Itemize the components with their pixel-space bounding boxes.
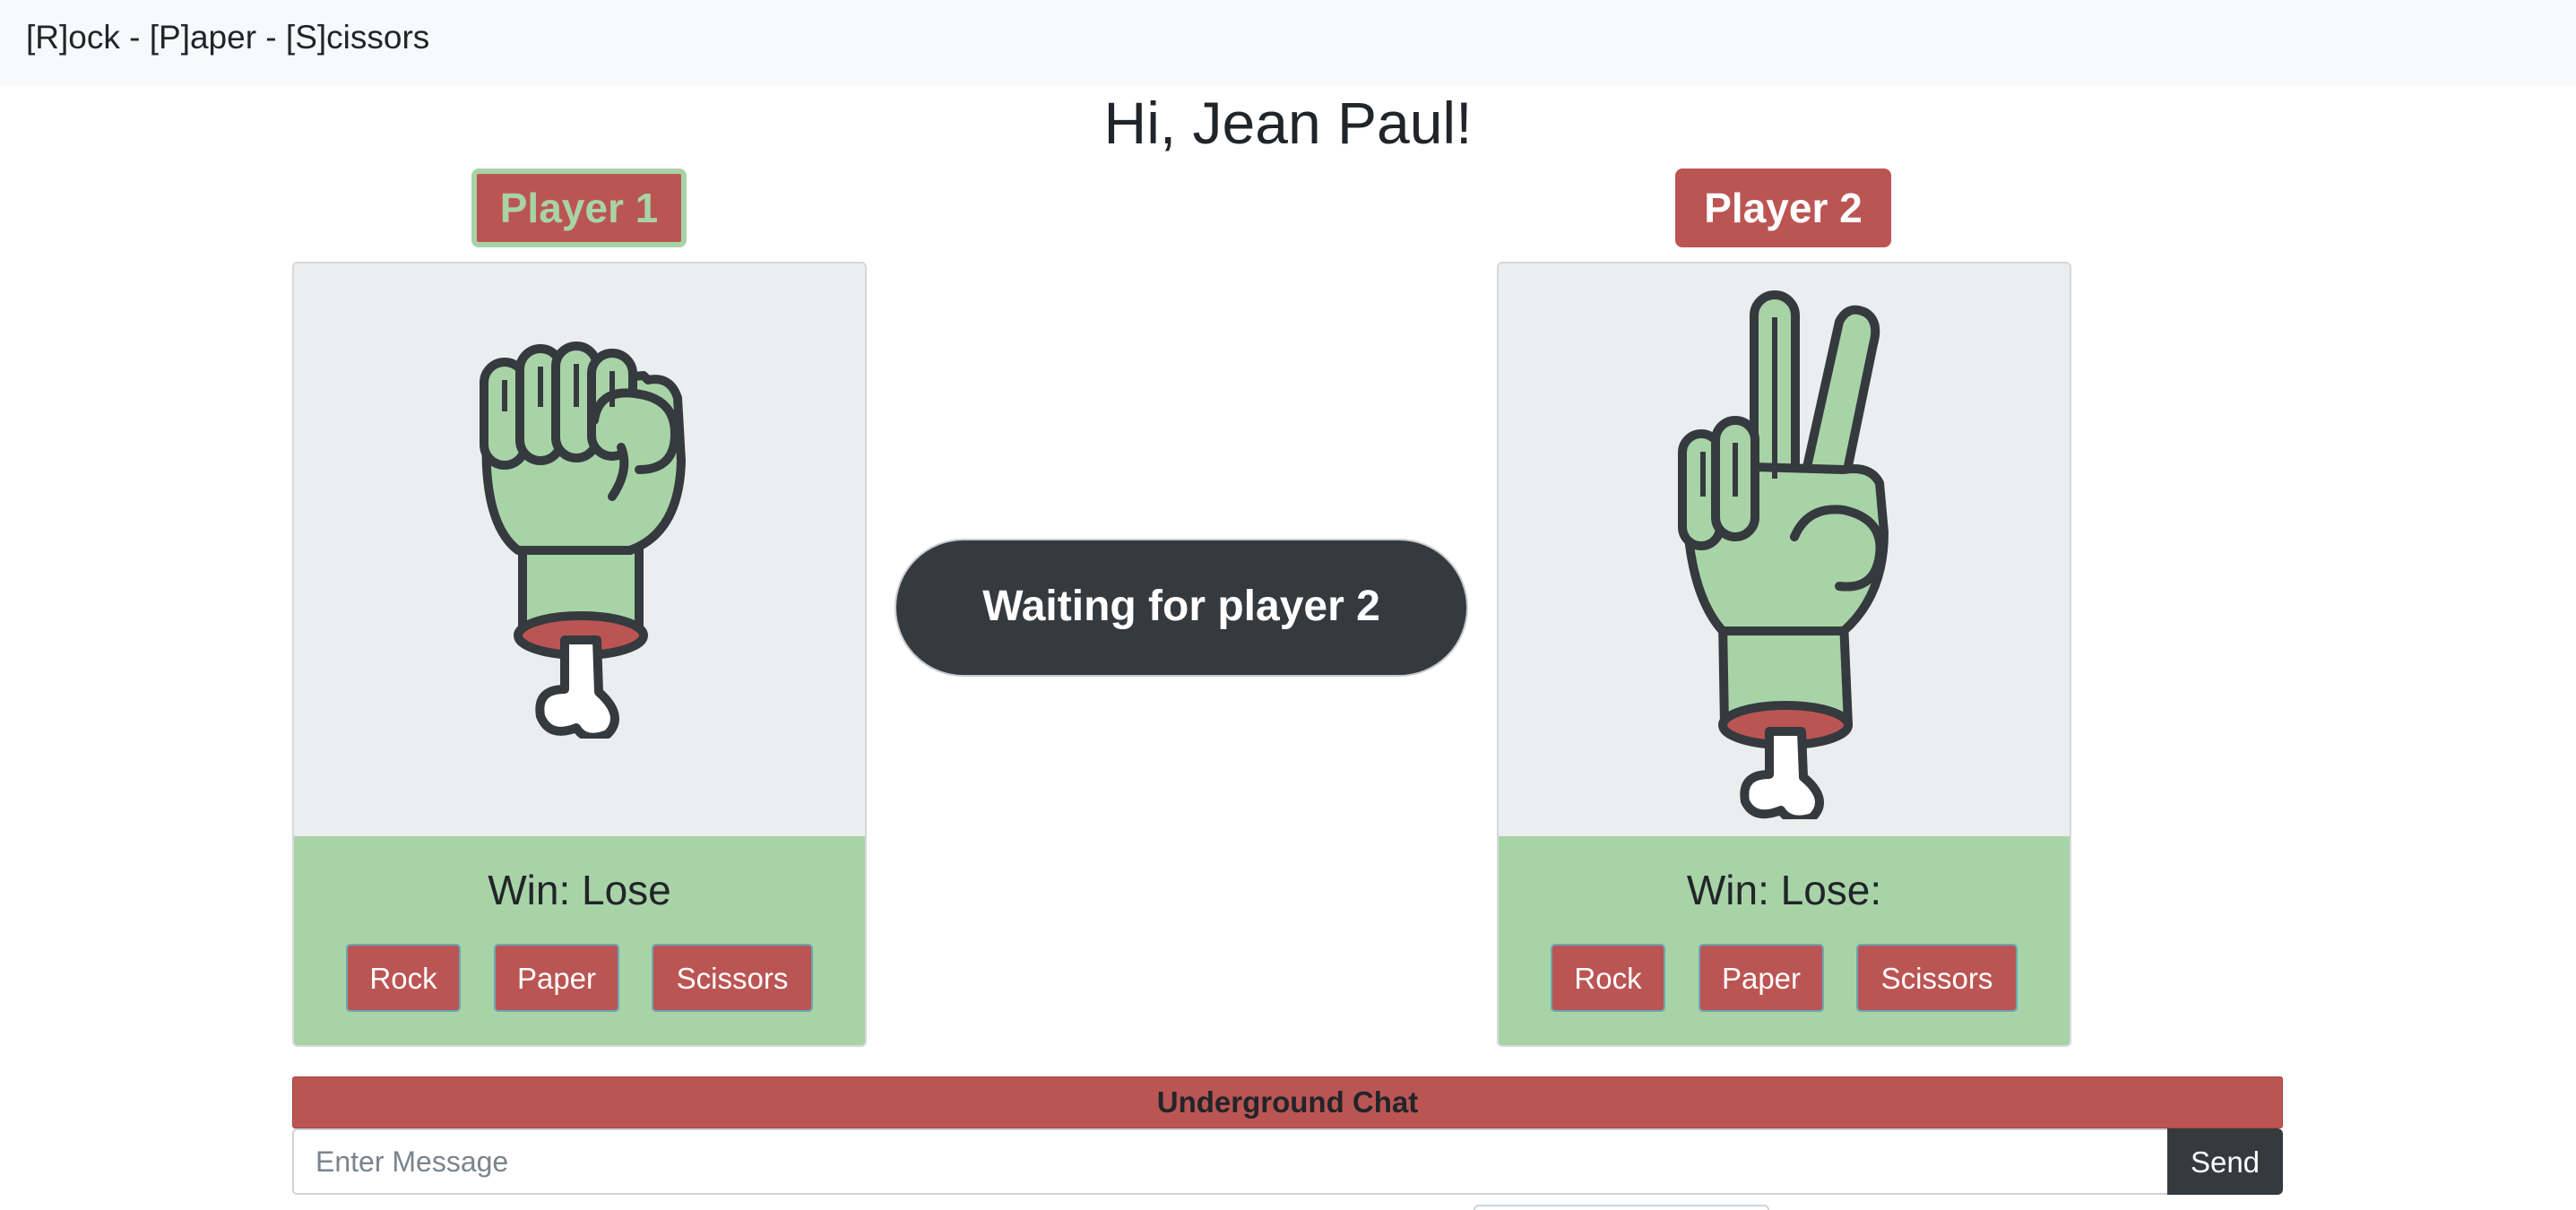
player-1-card: Win: Lose Rock Paper Scissors — [292, 262, 867, 1047]
greeting-title: Hi, Jean Paul! — [1103, 90, 1473, 156]
send-button[interactable]: Send — [2167, 1128, 2283, 1195]
waiting-status: Waiting for player 2 — [895, 539, 1468, 677]
player-2-rock-button[interactable]: Rock — [1551, 944, 1665, 1012]
player-1-rock-button[interactable]: Rock — [346, 944, 461, 1012]
player-2-badge: Player 2 — [1675, 169, 1891, 247]
player-1-image — [294, 264, 865, 836]
fist-hand-icon — [480, 341, 686, 739]
player-1-scissors-button[interactable]: Scissors — [652, 944, 813, 1012]
player-2-score: Win: Lose: — [1686, 867, 1882, 913]
navbar: [R]ock - [P]aper - [S]cissors — [0, 0, 2576, 85]
player-2-scissors-button[interactable]: Scissors — [1856, 944, 2018, 1012]
player-2-card: Win: Lose: Rock Paper Scissors — [1497, 262, 2071, 1047]
navbar-brand[interactable]: [R]ock - [P]aper - [S]cissors — [26, 18, 429, 57]
chat-header: Underground Chat — [292, 1076, 2283, 1128]
player-1-card-body: Win: Lose Rock Paper Scissors — [294, 836, 865, 1045]
chat-log-edge — [1474, 1205, 1769, 1210]
player-1-score: Win: Lose — [488, 867, 671, 913]
chat-message-input[interactable] — [292, 1128, 2167, 1195]
player-2-card-body: Win: Lose: Rock Paper Scissors — [1499, 836, 2070, 1045]
player-2-paper-button[interactable]: Paper — [1699, 944, 1824, 1012]
peace-hand-icon — [1678, 290, 1889, 819]
player-1-badge: Player 1 — [471, 169, 687, 247]
player-2-image — [1499, 264, 2070, 836]
player-1-paper-button[interactable]: Paper — [494, 944, 619, 1012]
